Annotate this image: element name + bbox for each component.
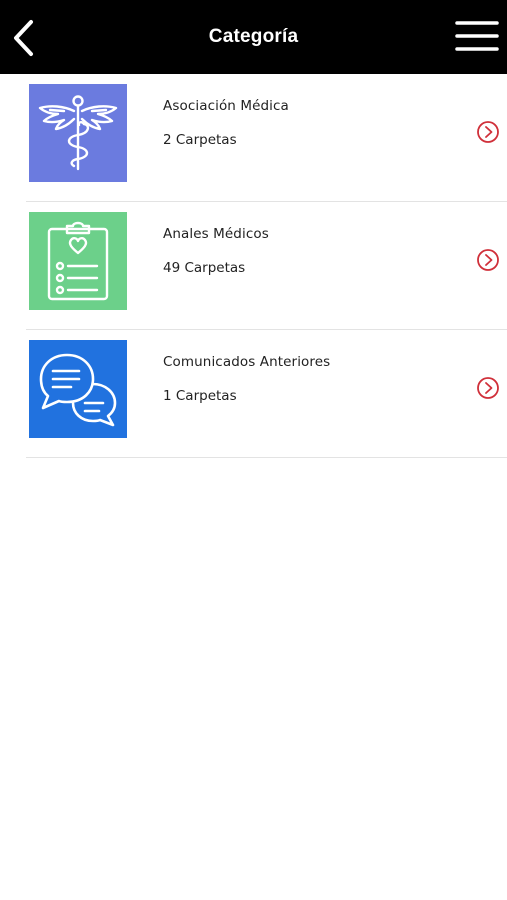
category-list: Asociación Médica 2 Carpetas Anales Médi… (0, 74, 507, 458)
category-row-asociacion-medica[interactable]: Asociación Médica 2 Carpetas (26, 74, 507, 202)
category-folder-count: 1 Carpetas (163, 388, 237, 404)
category-title: Comunicados Anteriores (163, 354, 331, 370)
chevron-right-circle-icon[interactable] (476, 376, 500, 400)
category-thumbnail (29, 212, 127, 310)
chevron-left-icon (14, 20, 33, 56)
top-bar: Categoría (0, 0, 507, 74)
back-button[interactable] (6, 16, 40, 60)
medical-clipboard-icon (47, 221, 109, 301)
category-folder-count: 49 Carpetas (163, 260, 246, 276)
category-row-anales-medicos[interactable]: Anales Médicos 49 Carpetas (26, 202, 507, 330)
chevron-right-circle-icon[interactable] (476, 120, 500, 144)
category-folder-count: 2 Carpetas (163, 132, 237, 148)
chevron-right-circle-icon[interactable] (476, 248, 500, 272)
category-thumbnail (29, 84, 127, 182)
category-row-comunicados-anteriores[interactable]: Comunicados Anteriores 1 Carpetas (26, 330, 507, 458)
page-title: Categoría (208, 26, 299, 47)
category-title: Asociación Médica (163, 98, 289, 114)
caduceus-icon (38, 95, 118, 171)
hamburger-menu-icon (455, 21, 499, 51)
category-thumbnail (29, 340, 127, 438)
menu-button[interactable] (455, 18, 499, 56)
category-title: Anales Médicos (163, 226, 269, 242)
chat-bubbles-icon (39, 353, 117, 427)
